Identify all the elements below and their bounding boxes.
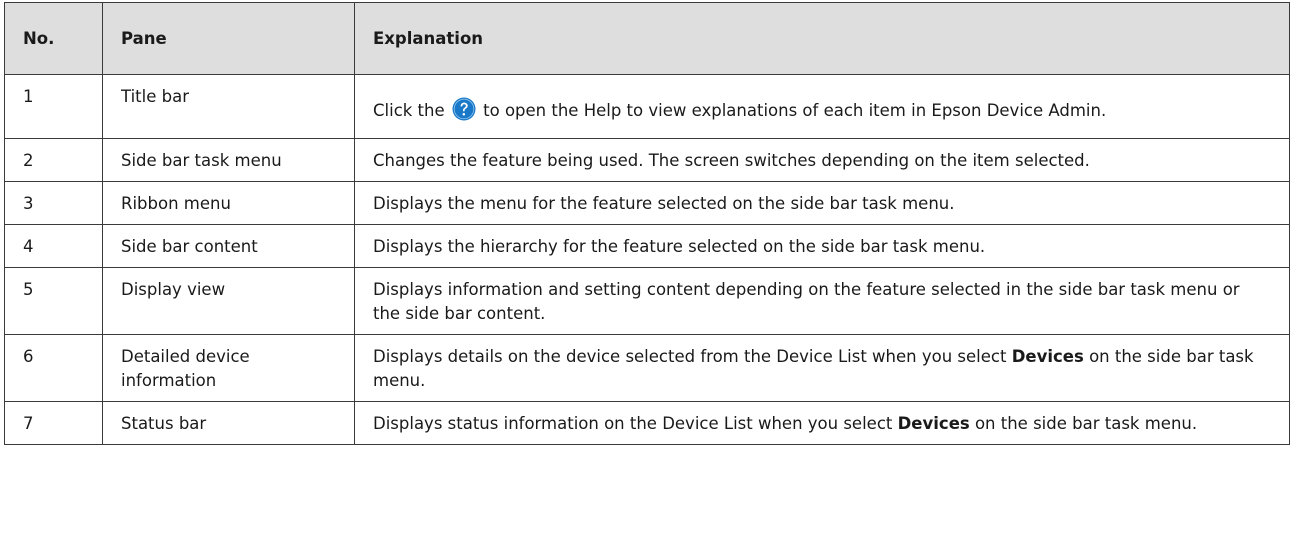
- row-number: 2: [4, 138, 103, 182]
- table-row: 7 Status bar Displays status information…: [4, 401, 1290, 445]
- pane-explanation: Click the to open the Help to view expla…: [354, 74, 1290, 139]
- explanation-text: Displays status information on the Devic…: [373, 414, 893, 433]
- row-number: 7: [4, 401, 103, 445]
- pane-explanation: Changes the feature being used. The scre…: [354, 138, 1290, 182]
- pane-explanation-table: No. Pane Explanation 1 Title bar Click t…: [4, 2, 1290, 445]
- pane-name: Side bar task menu: [102, 138, 355, 182]
- table-row: 6 Detailed device information Displays d…: [4, 334, 1290, 402]
- table-row: 5 Display view Displays information and …: [4, 267, 1290, 335]
- pane-name: Side bar content: [102, 224, 355, 268]
- pane-explanation: Displays the menu for the feature select…: [354, 181, 1290, 225]
- table-row: 4 Side bar content Displays the hierarch…: [4, 224, 1290, 268]
- row-number: 5: [4, 267, 103, 335]
- explanation-text: Click the: [373, 100, 445, 120]
- header-explanation: Explanation: [354, 2, 1290, 75]
- table-header-row: No. Pane Explanation: [4, 2, 1290, 75]
- table-row: 3 Ribbon menu Displays the menu for the …: [4, 181, 1290, 225]
- pane-explanation: Displays the hierarchy for the feature s…: [354, 224, 1290, 268]
- pane-name: Detailed device information: [102, 334, 355, 402]
- explanation-text: to open the Help to view explanations of…: [483, 100, 1107, 120]
- help-question-icon: [452, 97, 476, 120]
- pane-name: Ribbon menu: [102, 181, 355, 225]
- pane-explanation: Displays status information on the Devic…: [354, 401, 1290, 445]
- explanation-text: on the side bar task menu.: [974, 414, 1198, 433]
- pane-name: Display view: [102, 267, 355, 335]
- row-number: 6: [4, 334, 103, 402]
- table-row: 1 Title bar Click the to open the Help t…: [4, 74, 1290, 139]
- devices-keyword: Devices: [1011, 347, 1084, 366]
- explanation-text: Displays details on the device selected …: [373, 347, 1007, 366]
- devices-keyword: Devices: [897, 414, 970, 433]
- pane-explanation: Displays details on the device selected …: [354, 334, 1290, 402]
- row-number: 3: [4, 181, 103, 225]
- table-row: 2 Side bar task menu Changes the feature…: [4, 138, 1290, 182]
- pane-name: Title bar: [102, 74, 355, 139]
- row-number: 4: [4, 224, 103, 268]
- pane-name: Status bar: [102, 401, 355, 445]
- header-pane: Pane: [102, 2, 355, 75]
- header-no: No.: [4, 2, 103, 75]
- pane-explanation: Displays information and setting content…: [354, 267, 1290, 335]
- row-number: 1: [4, 74, 103, 139]
